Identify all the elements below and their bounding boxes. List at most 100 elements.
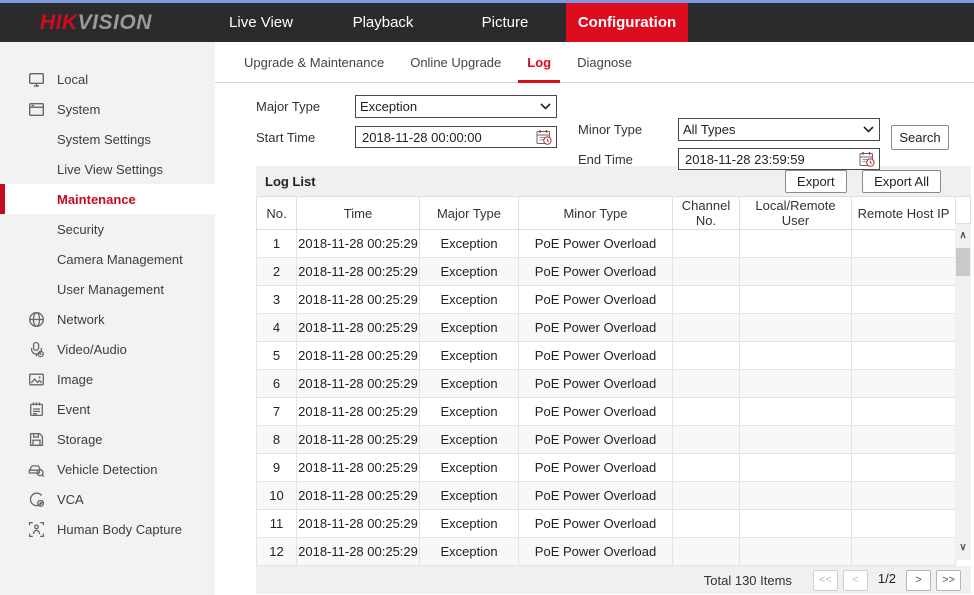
nav-playback[interactable]: Playback: [322, 3, 444, 42]
cell-major-type: Exception: [420, 230, 519, 258]
export-all-button[interactable]: Export All: [862, 170, 941, 193]
cell-local-remote-user: [740, 314, 852, 342]
column-header-channel-no: Channel No.: [673, 197, 740, 230]
table-row[interactable]: 42018-11-28 00:25:29ExceptionPoE Power O…: [257, 314, 956, 342]
cell-no: 7: [257, 398, 297, 426]
sidebar-item-live-view-settings[interactable]: Live View Settings: [0, 154, 215, 184]
log-list-title: Log List: [265, 174, 316, 189]
nav-live-view[interactable]: Live View: [200, 3, 322, 42]
last-page-button[interactable]: >>: [936, 570, 961, 591]
major-type-dropdown[interactable]: Exception: [355, 95, 557, 118]
cell-channel-no: [673, 286, 740, 314]
cell-no: 10: [257, 482, 297, 510]
cell-minor-type: PoE Power Overload: [519, 342, 673, 370]
table-row[interactable]: 12018-11-28 00:25:29ExceptionPoE Power O…: [257, 230, 956, 258]
search-button[interactable]: Search: [891, 125, 949, 150]
log-list-actions: Export Export All: [774, 170, 941, 193]
nav-configuration[interactable]: Configuration: [566, 3, 688, 42]
sidebar-item-label: User Management: [57, 282, 164, 297]
cell-major-type: Exception: [420, 538, 519, 566]
export-button[interactable]: Export: [785, 170, 847, 193]
cell-no: 11: [257, 510, 297, 538]
cell-minor-type: PoE Power Overload: [519, 370, 673, 398]
tab-upgrade-maintenance[interactable]: Upgrade & Maintenance: [244, 42, 384, 82]
cell-minor-type: PoE Power Overload: [519, 482, 673, 510]
cell-local-remote-user: [740, 510, 852, 538]
sidebar-item-security[interactable]: Security: [0, 214, 215, 244]
calendar-icon[interactable]: [859, 151, 876, 168]
sidebar-item-vehicle-detection[interactable]: Vehicle Detection: [0, 454, 215, 484]
cell-no: 8: [257, 426, 297, 454]
table-row[interactable]: 122018-11-28 00:25:29ExceptionPoE Power …: [257, 538, 956, 566]
end-time-label: End Time: [578, 148, 633, 172]
cell-time: 2018-11-28 00:25:29: [297, 258, 420, 286]
sidebar-item-camera-management[interactable]: Camera Management: [0, 244, 215, 274]
cell-channel-no: [673, 454, 740, 482]
column-header-remote-host-ip: Remote Host IP: [852, 197, 956, 230]
scroll-up-arrow-icon[interactable]: ∧: [955, 230, 971, 242]
tab-online-upgrade[interactable]: Online Upgrade: [410, 42, 501, 82]
cell-remote-host-ip: [852, 286, 956, 314]
sidebar-item-maintenance[interactable]: Maintenance: [0, 184, 215, 214]
sidebar-item-system-settings[interactable]: System Settings: [0, 124, 215, 154]
vehicle-search-icon: [28, 461, 45, 478]
major-type-select[interactable]: Exception: [355, 95, 557, 118]
start-time-input[interactable]: [356, 127, 556, 147]
sidebar-item-event[interactable]: Event: [0, 394, 215, 424]
end-time-field[interactable]: [678, 148, 880, 170]
scroll-down-arrow-icon[interactable]: ∨: [955, 542, 971, 554]
cell-major-type: Exception: [420, 314, 519, 342]
cell-no: 1: [257, 230, 297, 258]
sidebar-item-storage[interactable]: Storage: [0, 424, 215, 454]
cell-major-type: Exception: [420, 454, 519, 482]
sidebar-item-human-body-capture[interactable]: Human Body Capture: [0, 514, 215, 544]
cell-minor-type: PoE Power Overload: [519, 314, 673, 342]
sidebar-item-user-management[interactable]: User Management: [0, 274, 215, 304]
column-header-no: No.: [257, 197, 297, 230]
sidebar-item-image[interactable]: Image: [0, 364, 215, 394]
nav-picture[interactable]: Picture: [444, 3, 566, 42]
page-indicator: 1/2: [878, 571, 896, 586]
calendar-icon[interactable]: [536, 129, 553, 146]
sidebar-item-label: Image: [57, 372, 93, 387]
table-scrollbar[interactable]: ∧ ∨: [955, 224, 971, 560]
cell-time: 2018-11-28 00:25:29: [297, 230, 420, 258]
cell-no: 5: [257, 342, 297, 370]
cell-channel-no: [673, 398, 740, 426]
storage-disk-icon: [28, 431, 45, 448]
tab-bar: Upgrade & Maintenance Online Upgrade Log Di…: [215, 42, 974, 83]
tab-log[interactable]: Log: [527, 42, 551, 82]
cell-time: 2018-11-28 00:25:29: [297, 482, 420, 510]
start-time-field[interactable]: [355, 126, 557, 148]
prev-page-button[interactable]: <: [843, 570, 868, 591]
table-row[interactable]: 92018-11-28 00:25:29ExceptionPoE Power O…: [257, 454, 956, 482]
sidebar-item-network[interactable]: Network: [0, 304, 215, 334]
sidebar-item-vca[interactable]: VCA: [0, 484, 215, 514]
table-header-row: No.TimeMajor TypeMinor TypeChannel No.Lo…: [257, 197, 956, 230]
table-row[interactable]: 82018-11-28 00:25:29ExceptionPoE Power O…: [257, 426, 956, 454]
sidebar-item-label: System: [57, 102, 100, 117]
cell-time: 2018-11-28 00:25:29: [297, 370, 420, 398]
table-row[interactable]: 72018-11-28 00:25:29ExceptionPoE Power O…: [257, 398, 956, 426]
end-time-input[interactable]: [679, 149, 879, 169]
scrollbar-thumb[interactable]: [956, 248, 970, 276]
table-row[interactable]: 32018-11-28 00:25:29ExceptionPoE Power O…: [257, 286, 956, 314]
table-row[interactable]: 22018-11-28 00:25:29ExceptionPoE Power O…: [257, 258, 956, 286]
tab-diagnose[interactable]: Diagnose: [577, 42, 632, 82]
sidebar-item-video-audio[interactable]: Video/Audio: [0, 334, 215, 364]
content-area: Upgrade & Maintenance Online Upgrade Log Di…: [215, 42, 974, 595]
cell-minor-type: PoE Power Overload: [519, 426, 673, 454]
table-row[interactable]: 62018-11-28 00:25:29ExceptionPoE Power O…: [257, 370, 956, 398]
sidebar-item-local[interactable]: Local: [0, 64, 215, 94]
sidebar-item-label: Local: [57, 72, 88, 87]
table-row[interactable]: 52018-11-28 00:25:29ExceptionPoE Power O…: [257, 342, 956, 370]
next-page-button[interactable]: >: [906, 570, 931, 591]
sidebar-item-system[interactable]: System: [0, 94, 215, 124]
table-row[interactable]: 102018-11-28 00:25:29ExceptionPoE Power …: [257, 482, 956, 510]
sidebar-item-label: Maintenance: [57, 192, 136, 207]
cell-channel-no: [673, 482, 740, 510]
first-page-button[interactable]: <<: [813, 570, 838, 591]
top-navigation-bar: HIKVISION Live ViewPlaybackPictureConfig…: [0, 3, 974, 42]
cell-channel-no: [673, 510, 740, 538]
table-row[interactable]: 112018-11-28 00:25:29ExceptionPoE Power …: [257, 510, 956, 538]
